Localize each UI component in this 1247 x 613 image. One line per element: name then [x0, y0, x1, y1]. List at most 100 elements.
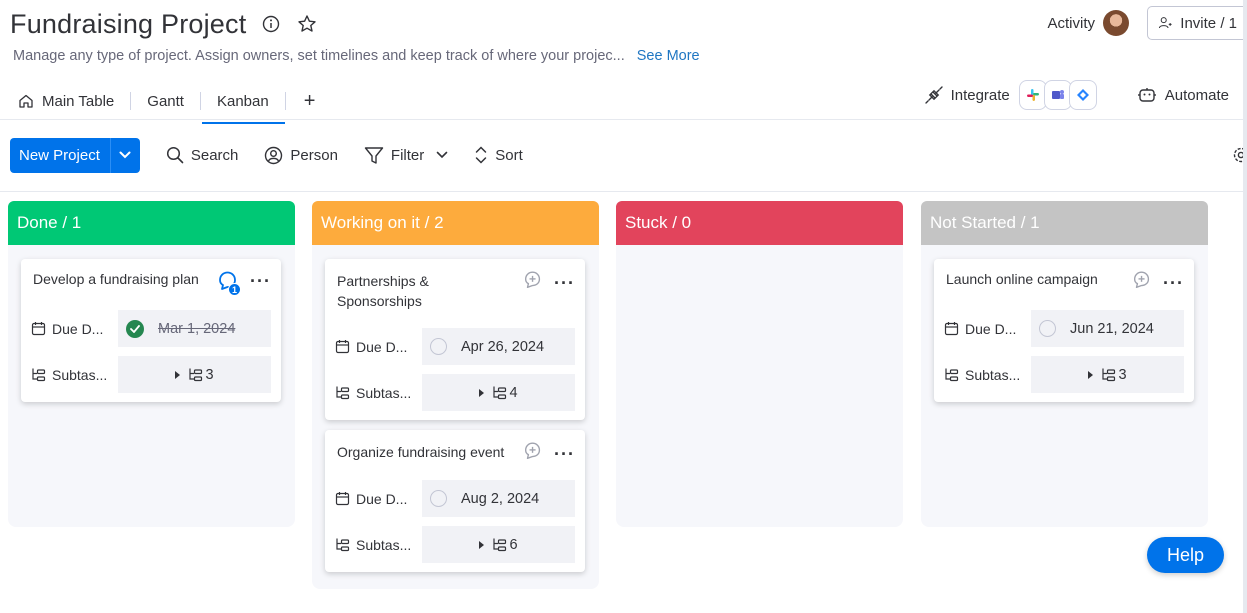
kanban-card[interactable]: Organize fundraising event ··· Due D... …	[325, 430, 585, 572]
calendar-icon	[944, 322, 959, 336]
view-tabs: Main Table Gantt Kanban +	[18, 82, 332, 124]
field-label-text: Subtas...	[356, 536, 412, 553]
plug-icon	[924, 86, 943, 104]
kanban-card[interactable]: Develop a fundraising plan 1 ··· Due D..…	[21, 259, 281, 402]
subtasks-value[interactable]: 4	[422, 374, 575, 411]
subtasks-icon	[493, 538, 507, 552]
chevron-down-icon[interactable]	[109, 137, 140, 173]
kanban-column-working: Working on it / 2 Partnerships & Sponsor…	[312, 201, 599, 589]
kanban-card[interactable]: Launch online campaign ··· Due D... Jun …	[934, 259, 1194, 402]
subtasks-icon	[32, 368, 46, 382]
see-more-link[interactable]: See More	[637, 48, 700, 64]
tab-label: Main Table	[42, 92, 115, 110]
subtasks-count: 6	[509, 536, 518, 553]
subtasks-row: Subtas... 6	[335, 526, 575, 563]
integration-logos	[1018, 80, 1097, 110]
column-header[interactable]: Stuck / 0	[616, 201, 903, 245]
info-icon[interactable]	[260, 13, 282, 35]
updates-icon[interactable]: 1	[216, 269, 242, 296]
kanban-column-done: Done / 1 Develop a fundraising plan 1 ··…	[8, 201, 295, 527]
search-icon	[166, 146, 184, 164]
filter-icon	[364, 146, 384, 164]
subtasks-value[interactable]: 6	[422, 526, 575, 563]
column-header[interactable]: Done / 1	[8, 201, 295, 245]
filter-button[interactable]: Filter	[364, 146, 424, 165]
robot-icon	[1137, 88, 1156, 102]
add-update-icon[interactable]	[1131, 269, 1153, 296]
subtasks-count: 3	[205, 366, 214, 383]
new-project-label: New Project	[19, 146, 100, 164]
subtasks-count: 4	[509, 384, 518, 401]
due-date-label: Due D...	[335, 339, 422, 355]
due-date-text: Aug 2, 2024	[461, 490, 540, 507]
due-date-value[interactable]: Mar 1, 2024	[118, 310, 271, 347]
person-filter-button[interactable]: Person	[264, 146, 338, 165]
invite-label: Invite / 1	[1180, 14, 1237, 32]
due-date-row: Due D... Jun 21, 2024	[944, 310, 1184, 347]
more-options-icon[interactable]: ···	[554, 274, 575, 292]
column-header[interactable]: Not Started / 1	[921, 201, 1208, 245]
tab-divider	[130, 92, 132, 110]
add-update-icon[interactable]	[522, 440, 544, 467]
integrate-label: Integrate	[950, 86, 1010, 104]
invite-button[interactable]: Invite / 1	[1147, 6, 1247, 40]
due-date-value[interactable]: Aug 2, 2024	[422, 480, 575, 517]
star-icon[interactable]	[296, 13, 318, 35]
due-date-row: Due D... Aug 2, 2024	[335, 480, 575, 517]
person-icon	[265, 146, 283, 164]
page-title: Fundraising Project	[10, 8, 247, 39]
tab-main-table[interactable]: Main Table	[18, 86, 130, 116]
card-title[interactable]: Develop a fundraising plan	[33, 269, 213, 289]
card-title[interactable]: Partnerships & Sponsorships	[337, 271, 467, 311]
calendar-icon	[31, 322, 46, 336]
filter-dropdown-button[interactable]	[436, 151, 448, 159]
description-text: Manage any type of project. Assign owner…	[13, 48, 625, 64]
kanban-column-stuck: Stuck / 0	[616, 201, 903, 527]
due-date-label: Due D...	[31, 321, 118, 337]
sort-button[interactable]: Sort	[474, 145, 523, 165]
more-options-icon[interactable]: ···	[554, 445, 575, 463]
subtasks-label: Subtas...	[944, 367, 1031, 383]
due-date-text: Jun 21, 2024	[1070, 320, 1154, 337]
tab-divider	[284, 92, 286, 110]
card-actions: 1 ···	[216, 269, 271, 296]
new-project-button[interactable]: New Project	[10, 137, 140, 173]
more-options-icon[interactable]: ···	[1163, 274, 1184, 292]
field-label-text: Subtas...	[52, 366, 108, 383]
automate-button[interactable]: Automate	[1137, 87, 1229, 104]
more-options-icon[interactable]: ···	[250, 272, 271, 290]
subtasks-value[interactable]: 3	[1031, 356, 1184, 393]
kanban-page: Fundraising Project Manage any type of p…	[0, 0, 1247, 613]
help-button[interactable]: Help	[1147, 537, 1224, 573]
person-label: Person	[290, 146, 338, 164]
field-label-text: Due D...	[356, 490, 408, 507]
subtasks-row: Subtas... 3	[31, 356, 271, 393]
expand-arrow-icon	[479, 540, 485, 549]
column-header[interactable]: Working on it / 2	[312, 201, 599, 245]
card-title[interactable]: Launch online campaign	[946, 269, 1126, 289]
expand-arrow-icon	[479, 388, 485, 397]
scrollbar[interactable]	[1243, 0, 1247, 613]
activity-button[interactable]: Activity	[1047, 10, 1129, 36]
add-update-icon[interactable]	[522, 269, 544, 296]
filter-label: Filter	[390, 146, 425, 164]
teams-icon	[1043, 80, 1072, 110]
add-view-button[interactable]: +	[302, 86, 332, 116]
integrate-button[interactable]: Integrate	[924, 80, 1097, 110]
due-date-value[interactable]: Apr 26, 2024	[422, 328, 575, 365]
tab-kanban[interactable]: Kanban	[202, 86, 285, 124]
due-date-text: Apr 26, 2024	[461, 338, 545, 355]
kanban-card[interactable]: Partnerships & Sponsorships ··· Due D...…	[325, 259, 585, 420]
subtasks-value[interactable]: 3	[118, 356, 271, 393]
due-date-value[interactable]: Jun 21, 2024	[1031, 310, 1184, 347]
tabs-divider	[0, 119, 1247, 120]
tab-divider	[199, 92, 201, 110]
board-header: Fundraising Project	[10, 4, 318, 44]
avatar	[1103, 10, 1129, 36]
status-circle-icon	[1039, 320, 1056, 337]
sort-icon	[476, 146, 487, 164]
subtasks-row: Subtas... 3	[944, 356, 1184, 393]
search-button[interactable]: Search	[166, 146, 238, 164]
tab-gantt[interactable]: Gantt	[147, 86, 200, 116]
card-title[interactable]: Organize fundraising event	[337, 442, 517, 462]
